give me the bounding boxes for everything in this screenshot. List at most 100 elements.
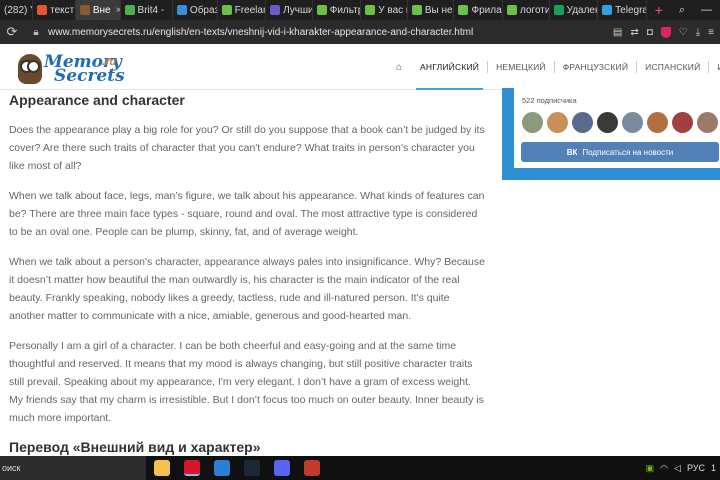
browser-tab[interactable]: Образ — [173, 0, 218, 20]
browser-tab[interactable]: (282) Yo — [0, 0, 34, 20]
taskbar-search[interactable]: оиск — [0, 456, 146, 480]
tab-label: Фильтр — [329, 4, 362, 16]
camera-icon[interactable]: ◘ — [647, 27, 653, 38]
browser-tab[interactable]: У вас н — [361, 0, 408, 20]
subscriber-count: 522 подписчика — [522, 96, 577, 105]
tab-favicon-icon — [602, 5, 613, 15]
address-bar: ⟳ 🔒︎ www.memorysecrets.ru/english/en-tex… — [0, 20, 720, 44]
tab-label: текст — [50, 4, 75, 16]
subscribe-button[interactable]: ВК Подписаться на новости — [521, 142, 719, 162]
language-indicator[interactable]: РУС — [687, 463, 705, 473]
tab-label: Вне — [92, 4, 111, 16]
new-tab-button[interactable]: + — [647, 2, 671, 18]
widget-card: 522 подписчика ВК Подписаться на новости — [514, 88, 720, 168]
article-paragraph-1: Does the appearance play a big role for … — [9, 124, 485, 172]
nav-item[interactable]: ФРАНЦУЗСКИЙ — [555, 44, 636, 90]
game-app-icon[interactable] — [304, 460, 320, 476]
browser-tab[interactable]: Telegra — [598, 0, 647, 20]
tab-favicon-icon — [458, 5, 469, 15]
subscriber-avatar[interactable] — [572, 112, 593, 133]
discord-icon[interactable] — [274, 460, 290, 476]
tab-label: Удален — [566, 4, 599, 16]
browser-tab[interactable]: Удален — [550, 0, 599, 20]
tab-label: Freelan — [234, 4, 267, 16]
browser-tab[interactable]: логоти — [503, 0, 550, 20]
system-tray: ▣ ◠ ◁ РУС 1 — [646, 456, 716, 480]
tab-favicon-icon — [37, 5, 48, 15]
gpu-icon[interactable]: ▣ — [646, 463, 655, 474]
url-field[interactable]: www.memorysecrets.ru/english/en-texts/vn… — [48, 27, 613, 38]
browser-tab[interactable]: Фрилан — [454, 0, 504, 20]
tab-label: Фрилан — [471, 4, 502, 16]
subscriber-avatar[interactable] — [597, 112, 618, 133]
nav-item[interactable]: НЕМЕЦКИЙ — [488, 44, 554, 90]
tab-label: У вас н — [378, 4, 407, 16]
tab-label: Образ — [189, 4, 218, 16]
subscriber-avatar[interactable] — [622, 112, 643, 133]
clock[interactable]: 1 — [711, 463, 716, 473]
nav-item[interactable]: ИСПАНСКИЙ — [637, 44, 708, 90]
translation-heading: Перевод «Внешний вид и характер» — [9, 439, 261, 455]
tab-label: логоти — [520, 4, 550, 16]
reload-icon[interactable]: ⟳ — [0, 24, 24, 40]
subscriber-avatar[interactable] — [547, 112, 568, 133]
tab-label: Telegra — [615, 4, 647, 16]
owl-logo-icon — [18, 54, 42, 84]
tab-favicon-icon — [124, 5, 135, 15]
vk-icon: ВК — [566, 147, 578, 157]
bookmark-icon[interactable]: ♡ — [679, 27, 688, 38]
tab-favicon-icon — [365, 5, 376, 15]
tab-favicon-icon — [316, 5, 327, 15]
article-paragraph-2: When we talk about face, legs, man’s fig… — [9, 190, 485, 238]
tab-label: Вы не н — [424, 4, 454, 16]
minimize-icon[interactable]: — — [693, 4, 720, 16]
windows-taskbar: оиск ▣ ◠ ◁ РУС 1 — [0, 456, 720, 480]
browser-tab[interactable]: Фильтр — [313, 0, 362, 20]
logo-domain-suffix: .ru — [102, 56, 117, 68]
vk-subscribe-widget: 522 подписчика ВК Подписаться на новости — [502, 88, 720, 180]
volume-icon[interactable]: ◁ — [674, 463, 681, 474]
site-header: Memory Secrets .ru ⌂ АНГЛИЙСКИЙ НЕМЕЦКИЙ Ф… — [0, 44, 720, 90]
taskbar-search-text: оиск — [2, 463, 21, 473]
browser-tab[interactable]: Лучши — [266, 0, 313, 20]
browser-tab[interactable]: Вне× — [75, 0, 121, 20]
tab-favicon-icon — [79, 5, 90, 15]
nav-item[interactable]: ИН — [709, 44, 720, 90]
article-title: Appearance and character — [9, 92, 185, 108]
reader-mode-icon[interactable]: ▤ — [613, 27, 622, 38]
article-paragraph-3: When we talk about a person's character,… — [9, 256, 485, 322]
adblock-shield-icon[interactable] — [660, 26, 671, 38]
subscriber-avatar[interactable] — [672, 112, 693, 133]
subscribe-button-label: Подписаться на новости — [582, 147, 674, 157]
menu-icon[interactable]: ≡ — [708, 27, 714, 38]
article-paragraph-4: Personally I am a girl of a character. I… — [9, 340, 484, 424]
lingualeo-icon[interactable] — [214, 460, 230, 476]
taskbar-apps — [154, 460, 320, 476]
tab-label: (282) Yo — [4, 4, 32, 16]
subscriber-avatar[interactable] — [697, 112, 718, 133]
logo-text-secrets: Secrets — [54, 66, 125, 86]
tab-search-icon[interactable]: ⌕ — [671, 4, 693, 17]
subscriber-avatars — [522, 112, 718, 133]
browser-tab[interactable]: текст — [33, 0, 76, 20]
home-icon[interactable]: ⌂ — [396, 62, 412, 73]
site-logo[interactable]: Memory Secrets .ru — [18, 52, 125, 86]
file-explorer-icon[interactable] — [154, 460, 170, 476]
subscriber-avatar[interactable] — [647, 112, 668, 133]
opera-icon[interactable] — [184, 460, 200, 476]
browser-tab[interactable]: Вы не н — [408, 0, 455, 20]
subscriber-avatar[interactable] — [522, 112, 543, 133]
tab-favicon-icon — [553, 5, 564, 15]
translate-icon[interactable]: ⇄ — [630, 27, 638, 38]
browser-tab[interactable]: Brit4 - — [121, 0, 173, 20]
wifi-icon[interactable]: ◠ — [660, 463, 668, 474]
download-icon[interactable]: ⤓ — [696, 27, 700, 38]
tab-favicon-icon — [176, 5, 187, 15]
article: Appearance and character Does the appear… — [9, 92, 487, 455]
lock-icon[interactable]: 🔒︎ — [24, 27, 48, 38]
tab-favicon-icon — [411, 5, 422, 15]
steam-icon[interactable] — [244, 460, 260, 476]
browser-tab[interactable]: Freelan — [218, 0, 267, 20]
main-nav: ⌂ АНГЛИЙСКИЙ НЕМЕЦКИЙ ФРАНЦУЗСКИЙ ИСПАНСКИЙ… — [396, 44, 720, 90]
nav-item[interactable]: АНГЛИЙСКИЙ — [412, 44, 487, 90]
